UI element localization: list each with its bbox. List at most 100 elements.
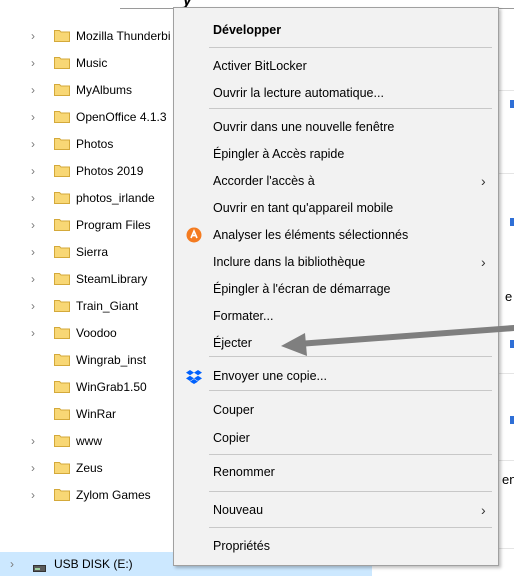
usb-drive-icon: [33, 561, 46, 572]
folder-icon: [54, 29, 70, 42]
menu-item-couper[interactable]: Couper: [174, 398, 498, 424]
tree-item[interactable]: › Mozilla Thunderbi: [0, 24, 200, 48]
menu-item-analyser-les-elements-selectionnes[interactable]: Analyser les éléments sélectionnés: [174, 223, 498, 249]
tree-item[interactable]: › SteamLibrary: [0, 267, 200, 291]
menu-item-ejecter[interactable]: Éjecter: [174, 331, 498, 357]
tree-item[interactable]: › Train_Giant: [0, 294, 200, 318]
menu-item-epingler-a-acces-rapide[interactable]: Épingler à Accès rapide: [174, 142, 498, 168]
chevron-right-icon[interactable]: ›: [31, 273, 39, 285]
chevron-right-icon[interactable]: ›: [31, 489, 39, 501]
menu-item-label: Nouveau: [213, 503, 264, 517]
tree-item-label: photos_irlande: [76, 191, 155, 205]
folder-icon: [54, 245, 70, 258]
menu-item-activer-bitlocker[interactable]: Activer BitLocker: [174, 54, 498, 80]
tree-item-label: WinRar: [76, 407, 117, 421]
menu-item-label: Inclure dans la bibliothèque: [213, 255, 366, 269]
menu-item-label: Renommer: [213, 465, 275, 479]
tree-item[interactable]: › MyAlbums: [0, 78, 200, 102]
menu-item-label: Éjecter: [213, 336, 252, 350]
chevron-right-icon[interactable]: ›: [31, 138, 39, 150]
tree-item[interactable]: › photos_irlande: [0, 186, 200, 210]
chevron-right-icon: ›: [481, 254, 486, 270]
folder-icon: [54, 299, 70, 312]
tree-item-label: Zylom Games: [76, 488, 151, 502]
menu-item-proprietes[interactable]: Propriétés: [174, 534, 498, 560]
menu-item-developper[interactable]: Développer: [174, 18, 498, 44]
chevron-right-icon[interactable]: ›: [31, 300, 39, 312]
tree-item[interactable]: WinRar: [0, 402, 200, 426]
menu-item-epingler-a-l-ecran-de-demarrage[interactable]: Épingler à l'écran de démarrage: [174, 277, 498, 303]
text-fragment: e: [505, 289, 513, 304]
menu-item-accorder-l-acces-a[interactable]: Accorder l'accès à ›: [174, 169, 498, 195]
chevron-right-icon[interactable]: ›: [31, 57, 39, 69]
menu-item-label: Épingler à Accès rapide: [213, 147, 345, 161]
tree-item[interactable]: › Program Files: [0, 213, 200, 237]
menu-item-envoyer-une-copie[interactable]: Envoyer une copie...: [174, 364, 498, 390]
tree-item-label: Wingrab_inst: [76, 353, 147, 367]
menu-item-ouvrir-dans-une-nouvelle-fenetre[interactable]: Ouvrir dans une nouvelle fenêtre: [174, 115, 498, 141]
tree-item-label: Voodoo: [76, 326, 117, 340]
folder-icon: [54, 110, 70, 123]
tree-item-label: Train_Giant: [76, 299, 139, 313]
chevron-right-icon[interactable]: ›: [31, 219, 39, 231]
chevron-right-icon[interactable]: ›: [31, 327, 39, 339]
tree-item[interactable]: › Zeus: [0, 456, 200, 480]
menu-item-renommer[interactable]: Renommer: [174, 460, 498, 486]
tree-item-label: Photos: [76, 137, 114, 151]
menu-item-formater[interactable]: Formater...: [174, 304, 498, 330]
folder-icon: [54, 407, 70, 420]
chevron-right-icon[interactable]: ›: [31, 111, 39, 123]
folder-icon: [54, 434, 70, 447]
tree-item[interactable]: › Photos: [0, 132, 200, 156]
folder-icon: [54, 218, 70, 231]
tree-item[interactable]: › www: [0, 429, 200, 453]
menu-item-ouvrir-en-tant-qu-appareil-mobile[interactable]: Ouvrir en tant qu'appareil mobile: [174, 196, 498, 222]
tree-item[interactable]: › Music: [0, 51, 200, 75]
menu-item-copier[interactable]: Copier: [174, 426, 498, 452]
menu-separator: [209, 390, 492, 391]
folder-icon: [54, 488, 70, 501]
tree-item-label: SteamLibrary: [76, 272, 148, 286]
menu-item-label: Propriétés: [213, 539, 270, 553]
menu-separator: [209, 47, 492, 48]
blue-marker: [510, 218, 514, 226]
menu-separator: [209, 108, 492, 109]
folder-icon: [54, 272, 70, 285]
context-menu: Développer Activer BitLocker Ouvrir la lec…: [173, 7, 499, 566]
folder-icon: [54, 56, 70, 69]
tree-item[interactable]: › Zylom Games: [0, 483, 200, 507]
tree-item[interactable]: › OpenOffice 4.1.3: [0, 105, 200, 129]
tree-item[interactable]: › Sierra: [0, 240, 200, 264]
menu-item-nouveau[interactable]: Nouveau ›: [174, 498, 498, 524]
chevron-right-icon[interactable]: ›: [31, 435, 39, 447]
tree-item[interactable]: WinGrab1.50: [0, 375, 200, 399]
tree-item[interactable]: › Voodoo: [0, 321, 200, 345]
tree-item-label: Sierra: [76, 245, 109, 259]
tree-item-label: Music: [76, 56, 108, 70]
menu-separator: [209, 356, 492, 357]
tree-item-label: MyAlbums: [76, 83, 133, 97]
menu-item-inclure-dans-la-bibliotheque[interactable]: Inclure dans la bibliothèque ›: [174, 250, 498, 276]
menu-separator: [209, 454, 492, 455]
menu-item-ouvrir-la-lecture-automatique[interactable]: Ouvrir la lecture automatique...: [174, 81, 498, 107]
chevron-right-icon[interactable]: ›: [31, 30, 39, 42]
menu-item-label: Développer: [213, 23, 282, 37]
tree-item-label: Mozilla Thunderbi: [76, 29, 171, 43]
chevron-right-icon[interactable]: ›: [31, 192, 39, 204]
menu-item-label: Épingler à l'écran de démarrage: [213, 282, 391, 296]
menu-item-label: Analyser les éléments sélectionnés: [213, 228, 409, 242]
navigation-tree: › Mozilla Thunderbi › Music › MyAlbums › OpenOf…: [0, 0, 372, 576]
chevron-right-icon[interactable]: ›: [31, 165, 39, 177]
dropbox-icon: [186, 368, 202, 384]
tree-item-label: Program Files: [76, 218, 151, 232]
chevron-right-icon[interactable]: ›: [31, 246, 39, 258]
chevron-right-icon[interactable]: ›: [31, 84, 39, 96]
tree-item-label: Zeus: [76, 461, 103, 475]
blue-marker: [510, 416, 514, 424]
chevron-right-icon[interactable]: ›: [10, 558, 18, 570]
tree-item[interactable]: Wingrab_inst: [0, 348, 200, 372]
chevron-right-icon[interactable]: ›: [31, 462, 39, 474]
tree-item-label: www: [76, 434, 102, 448]
tree-item[interactable]: › Photos 2019: [0, 159, 200, 183]
tree-item-label: OpenOffice 4.1.3: [76, 110, 167, 124]
